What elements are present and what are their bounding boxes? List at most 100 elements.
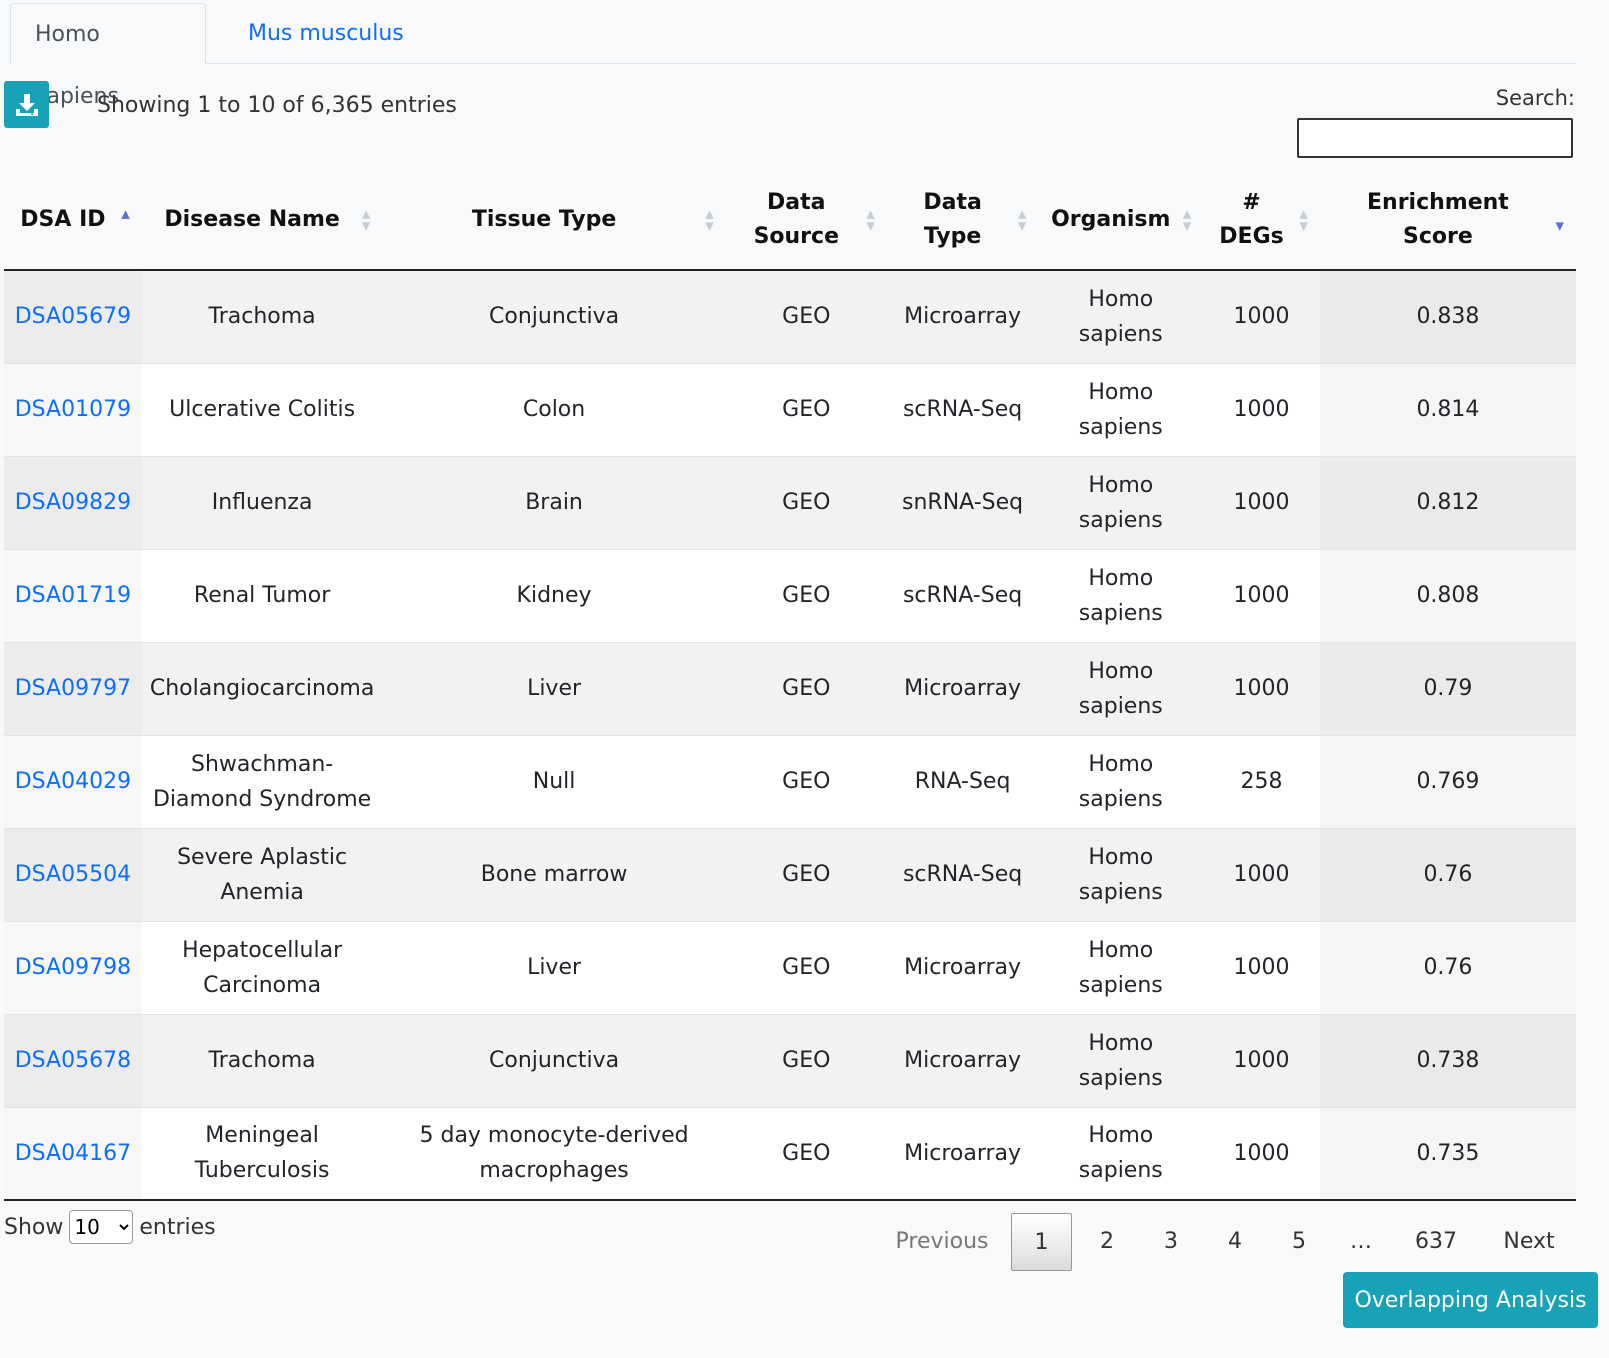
- organism-tabs: Homo sapiens Mus musculus: [10, 0, 1576, 109]
- table-row: DSA04029 Shwachman-Diamond Syndrome Null GE…: [4, 734, 1576, 828]
- table-row: DSA05504 Severe Aplastic Anemia Bone marro…: [4, 827, 1576, 921]
- column-header[interactable]: Tissue Type ▲ ▼: [382, 170, 726, 271]
- table-row: DSA05678 Trachoma Conjunctiva GEO Microarray…: [4, 1013, 1576, 1107]
- dsa-id-link[interactable]: DSA05678: [15, 1048, 131, 1073]
- table-cell: 1000: [1203, 827, 1320, 921]
- page-3-button[interactable]: 3: [1139, 1213, 1203, 1271]
- column-header-label: Enrichment Score: [1367, 189, 1509, 249]
- column-header-label: Data Type: [923, 189, 982, 249]
- table-row: DSA09829 Influenza Brain GEO snRNA-Seq Homo s…: [4, 455, 1576, 549]
- table-cell: Colon: [382, 362, 726, 456]
- table-cell: Cholangiocarcinoma: [141, 641, 383, 735]
- next-button[interactable]: Next: [1481, 1213, 1577, 1271]
- table-info: Showing 1 to 10 of 6,365 entries: [97, 93, 457, 118]
- table-cell: GEO: [725, 1013, 887, 1107]
- dsa-id-link[interactable]: DSA01079: [15, 397, 131, 422]
- table-cell: 0.76: [1319, 920, 1576, 1014]
- table-cell: DSA01719: [4, 548, 142, 642]
- table-cell: 0.76: [1319, 827, 1576, 921]
- tab-mus-musculus[interactable]: Mus musculus: [224, 3, 428, 62]
- table-cell: Microarray: [886, 920, 1039, 1014]
- column-header-label: Data Source: [753, 189, 839, 249]
- table-cell: 1000: [1203, 1106, 1320, 1201]
- table-cell: 0.838: [1319, 269, 1576, 363]
- table-cell: Trachoma: [141, 1013, 383, 1107]
- table-cell: 258: [1203, 734, 1320, 828]
- table-cell: Kidney: [382, 548, 726, 642]
- column-header-label: Disease Name: [164, 206, 340, 232]
- previous-button[interactable]: Previous: [873, 1213, 1011, 1271]
- table-cell: DSA05678: [4, 1013, 142, 1107]
- sort-icon: ▲▼: [705, 207, 714, 232]
- tab-homo-sapiens[interactable]: Homo sapiens: [10, 3, 206, 109]
- table-cell: 0.735: [1319, 1106, 1576, 1201]
- column-header-label: DSA ID: [20, 206, 106, 232]
- table-row: DSA09798 Hepatocellular Carcinoma Liver GEO…: [4, 920, 1576, 1014]
- table-cell: Trachoma: [141, 269, 383, 363]
- table-cell: DSA04029: [4, 734, 142, 828]
- column-header[interactable]: # DEGs ▲ ▼: [1203, 170, 1320, 271]
- table-cell: DSA04167: [4, 1106, 142, 1201]
- column-header[interactable]: Organism ▲ ▼: [1038, 170, 1204, 271]
- dsa-id-link[interactable]: DSA05679: [15, 304, 131, 329]
- table-cell: 5 day monocyte-derived macrophages: [382, 1106, 726, 1201]
- table-cell: Homo sapiens: [1038, 455, 1204, 549]
- table-cell: Homo sapiens: [1038, 1106, 1204, 1201]
- table-cell: 0.808: [1319, 548, 1576, 642]
- dsa-id-link[interactable]: DSA09797: [15, 676, 131, 701]
- table-cell: GEO: [725, 920, 887, 1014]
- page-length-select[interactable]: 10: [69, 1210, 134, 1244]
- sort-icon: ▲▼: [361, 207, 371, 232]
- column-header[interactable]: Data Type ▲ ▼: [886, 170, 1039, 271]
- table-cell: DSA05679: [4, 269, 142, 363]
- overlapping-analysis-button[interactable]: Overlapping Analysis: [1343, 1272, 1598, 1328]
- column-header[interactable]: Data Source ▲ ▼: [725, 170, 887, 271]
- table-cell: Homo sapiens: [1038, 269, 1204, 363]
- table-cell: Influenza: [141, 455, 383, 549]
- column-header[interactable]: Disease Name ▲ ▼: [141, 170, 383, 271]
- page-4-button[interactable]: 4: [1203, 1213, 1267, 1271]
- table-cell: Homo sapiens: [1038, 1013, 1204, 1107]
- table-row: DSA09797 Cholangiocarcinoma Liver GEO Microa…: [4, 641, 1576, 735]
- table-cell: 1000: [1203, 455, 1320, 549]
- table-cell: Bone marrow: [382, 827, 726, 921]
- page-2-button[interactable]: 2: [1075, 1213, 1139, 1271]
- column-header-label: Tissue Type: [471, 206, 617, 232]
- table-cell: DSA05504: [4, 827, 142, 921]
- sort-icon: ▲▼: [1299, 207, 1308, 232]
- dsa-id-link[interactable]: DSA05504: [15, 862, 131, 887]
- column-header[interactable]: DSA ID ▲▼: [4, 170, 142, 271]
- table-cell: GEO: [725, 455, 887, 549]
- sort-icon: ▲▼: [1555, 219, 1564, 232]
- page-last-button[interactable]: 637: [1391, 1213, 1481, 1271]
- table-cell: 1000: [1203, 362, 1320, 456]
- dsa-id-link[interactable]: DSA09829: [15, 490, 131, 515]
- table-cell: DSA09797: [4, 641, 142, 735]
- dsa-id-link[interactable]: DSA09798: [15, 955, 131, 980]
- table-cell: DSA01079: [4, 362, 142, 456]
- table-cell: GEO: [725, 362, 887, 456]
- table-cell: Conjunctiva: [382, 1013, 726, 1107]
- table-cell: GEO: [725, 269, 887, 363]
- table-cell: 1000: [1203, 641, 1320, 735]
- table-header-row: DSA ID▲▼Disease Name▲▼Tissue Type▲▼Data …: [4, 170, 1576, 271]
- download-icon: [15, 93, 38, 116]
- table-cell: GEO: [725, 548, 887, 642]
- sort-icon: ▲▼: [1017, 207, 1027, 232]
- search-label: Search:: [1495, 86, 1575, 110]
- sort-icon: ▲▼: [866, 207, 875, 232]
- page-5-button[interactable]: 5: [1267, 1213, 1331, 1271]
- table-cell: 0.769: [1319, 734, 1576, 828]
- dsa-id-link[interactable]: DSA04167: [15, 1141, 131, 1166]
- table-cell: 0.812: [1319, 455, 1576, 549]
- column-header[interactable]: Enrichment Score ▲▼: [1319, 170, 1576, 271]
- dsa-id-link[interactable]: DSA04029: [15, 769, 131, 794]
- table-cell: GEO: [725, 827, 887, 921]
- search-input[interactable]: [1297, 118, 1573, 158]
- table-cell: Homo sapiens: [1038, 548, 1204, 642]
- dsa-id-link[interactable]: DSA01719: [15, 583, 131, 608]
- page-1-button[interactable]: 1: [1011, 1213, 1072, 1271]
- table-cell: Homo sapiens: [1038, 920, 1204, 1014]
- table-cell: 0.814: [1319, 362, 1576, 456]
- download-button[interactable]: [4, 81, 49, 128]
